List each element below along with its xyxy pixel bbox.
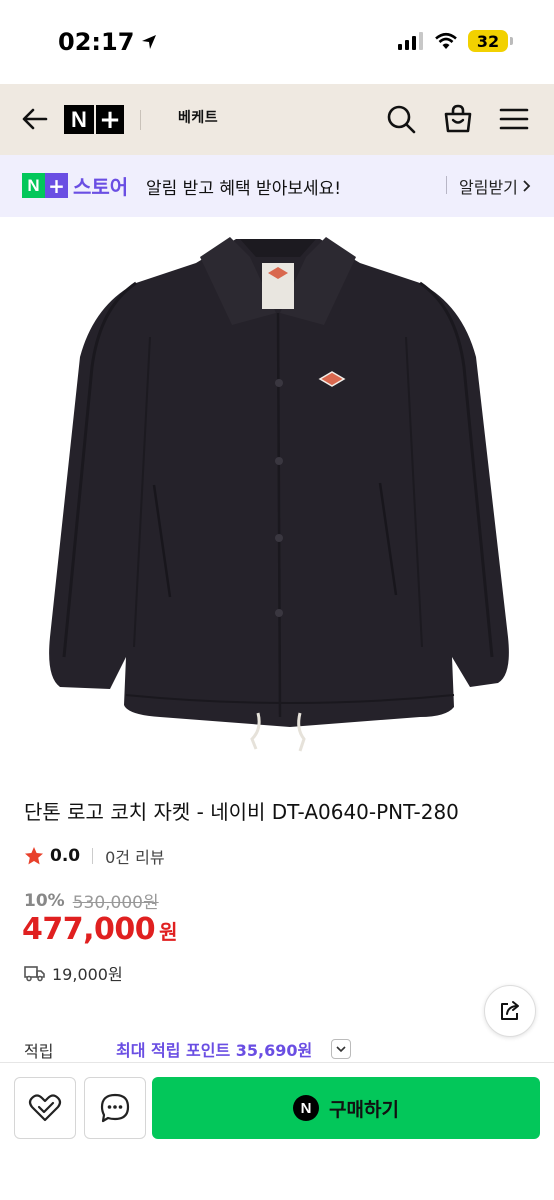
brand-plus: + [94,105,124,135]
product-image[interactable] [0,217,554,770]
sale-price: 477,000 원 [22,912,178,947]
points-row: 적립 최대 적립 포인트 35,690원 [24,1037,554,1061]
promo-separator [446,176,447,194]
naver-plus-logo[interactable]: N + [64,105,124,135]
alarm-subscribe-button[interactable]: 알림받기 [459,174,532,198]
delivery-truck-icon [24,966,45,982]
buy-button[interactable]: N 구매하기 [152,1077,540,1139]
rating-separator [92,848,94,864]
discount-row: 10% 530,000원 [24,888,159,914]
logo-plus: + [45,173,68,198]
original-price: 530,000원 [72,893,159,913]
points-value[interactable]: 최대 적립 포인트 35,690원 [116,1037,312,1061]
bottom-action-bar: N 구매하기 [0,1062,554,1200]
store-word: 스토어 [73,175,129,199]
chevron-down-icon [336,1046,346,1053]
sale-price-amount: 477,000 [22,912,156,947]
star-icon [25,847,43,865]
wishlist-button[interactable] [14,1077,76,1139]
top-navigation: N + 베케트 [0,84,554,155]
status-indicators: 32 [398,30,513,52]
nav-divider [140,110,141,130]
shipping-fee: 19,000원 [52,965,123,984]
wifi-icon [435,32,457,49]
rating-score: 0.0 [50,846,81,866]
points-expand-button[interactable] [331,1039,351,1059]
product-title: 단톤 로고 코치 자켓 - 네이비 DT-A0640-PNT-280 [24,800,459,824]
location-arrow-icon [142,35,157,49]
store-name[interactable]: 베케트 [178,107,218,127]
share-icon [501,1001,519,1020]
naver-plus-store-logo: N + [22,173,68,198]
chat-bubble-icon [100,1093,130,1123]
heart-check-icon [28,1094,62,1122]
shopping-bag-icon[interactable] [441,102,475,136]
battery-indicator: 32 [468,30,513,52]
clock-text: 02:17 [58,28,135,56]
chevron-right-icon [523,180,531,192]
buy-label: 구매하기 [329,1098,399,1121]
shipping-info: 19,000원 [24,961,123,985]
review-count[interactable]: 0건 리뷰 [105,844,164,868]
naver-pay-icon: N [293,1095,320,1121]
points-label: 적립 [24,1042,54,1061]
notification-promo-banner: N + 스토어 알림 받고 혜택 받아보세요! 알림받기 [0,155,554,217]
chat-inquiry-button[interactable] [84,1077,146,1139]
alarm-label: 알림받기 [459,178,518,197]
back-arrow-icon[interactable] [18,102,52,136]
share-button[interactable] [484,985,536,1037]
sale-price-unit: 원 [159,920,178,944]
status-bar: 02:17 32 [0,0,554,84]
jacket-image [49,237,509,752]
promo-text: 알림 받고 혜택 받아보세요! [146,179,342,199]
discount-percent: 10% [24,890,65,911]
search-icon[interactable] [384,102,418,136]
status-time: 02:17 [58,28,158,56]
signal-icon [398,32,423,50]
menu-icon[interactable] [497,102,531,136]
logo-n: N [22,173,45,198]
rating-row[interactable]: 0.0 0건 리뷰 [24,844,165,868]
brand-n: N [64,105,94,134]
